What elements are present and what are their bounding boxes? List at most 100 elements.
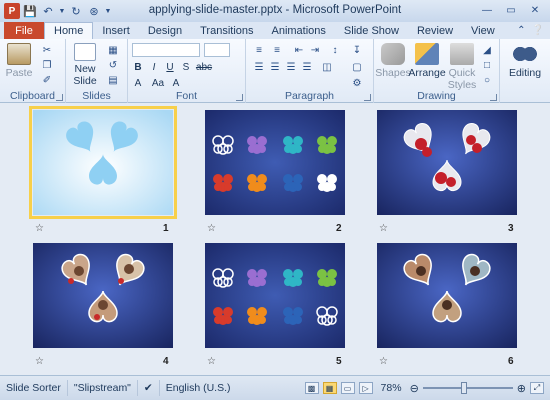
spell-check-icon[interactable]: ✔ [138,380,160,396]
slide-number-2: 2 [336,223,342,234]
clipboard-dialog-launcher-icon[interactable] [56,94,63,101]
shape-fill-icon[interactable]: ◢ [480,44,494,56]
cut-icon[interactable]: ✂ [40,44,54,56]
drawing-dialog-launcher-icon[interactable] [490,94,497,101]
shape-outline-icon[interactable]: □ [480,59,494,71]
dropdown-icon[interactable]: ▼ [58,3,66,19]
shapes-button[interactable]: Shapes [375,43,411,79]
slides-group-label: Slides [82,90,111,102]
font-dialog-launcher-icon[interactable] [236,94,243,101]
slide-number-3: 3 [508,223,514,234]
close-icon[interactable]: ✕ [524,3,546,18]
binoculars-icon [513,43,537,65]
align-text-icon[interactable]: ▢ [350,61,364,73]
shadow-button[interactable]: S [180,61,192,73]
align-left-icon[interactable]: ☰ [252,61,266,73]
transition-star-icon[interactable]: ☆ [379,356,388,367]
numbering-icon[interactable]: ≡ [270,44,284,56]
paste-button[interactable]: Paste [6,43,32,79]
zoom-in-icon[interactable]: ⊕ [517,382,526,395]
transition-star-icon[interactable]: ☆ [207,223,216,234]
transition-star-icon[interactable]: ☆ [207,356,216,367]
slide-thumbnail-4[interactable] [33,243,173,348]
tab-review[interactable]: Review [408,22,462,39]
copy-icon[interactable]: ❐ [40,59,54,71]
help-icon[interactable]: ❔ [532,25,544,36]
slide-thumbnail-6[interactable] [377,243,517,348]
transition-star-icon[interactable]: ☆ [35,223,44,234]
slide-number-5: 5 [336,356,342,367]
paragraph-dialog-launcher-icon[interactable] [364,94,371,101]
bullets-icon[interactable]: ≡ [252,44,266,56]
new-slide-button[interactable]: New Slide [70,43,100,87]
slide-thumbnail-2[interactable] [205,110,345,215]
ribbon-tabs: File Home Insert Design Transitions Anim… [0,22,550,39]
quick-styles-button[interactable]: Quick Styles [448,43,476,91]
tab-transitions[interactable]: Transitions [191,22,262,39]
justify-icon[interactable]: ☰ [300,61,314,73]
text-shadow-button[interactable]: A [170,77,182,89]
slide-sorter-pane[interactable]: ☆ 1 ☆ 2 ☆ 3 ☆ 4 ☆ 5 ☆ 6 [0,103,550,375]
save-icon[interactable]: 💾 [22,3,38,19]
ribbon: Paste ✂ ❐ ✐ Clipboard New Slide ▦ ↺ ▤ Sl… [0,39,550,103]
slide-number-1: 1 [163,223,169,234]
customize-icon[interactable]: ▼ [104,3,112,19]
italic-button[interactable]: I [148,61,160,73]
font-color-button[interactable]: A [132,77,144,89]
zoom-level[interactable]: 78% [381,382,402,394]
zoom-out-icon[interactable]: ⊖ [410,382,419,395]
fit-to-window-icon[interactable]: ⤢ [530,382,544,394]
slide-sorter-view-button[interactable]: ▦ [322,382,337,394]
tab-view[interactable]: View [462,22,504,39]
font-family-combo[interactable] [132,43,200,57]
slide-thumbnail-1[interactable] [29,106,177,219]
smartart-icon[interactable]: ⚙ [350,77,364,89]
editing-button[interactable]: Editing [504,43,546,79]
arrange-button[interactable]: Arrange [408,43,446,79]
increase-indent-icon[interactable]: ⇥ [308,44,322,56]
slide-3-image [377,110,517,215]
text-direction-icon[interactable]: ↧ [350,44,364,56]
slide-show-view-button[interactable]: ▷ [358,382,373,394]
shape-effects-icon[interactable]: ○ [480,74,494,86]
undo-icon[interactable]: ↶ [40,3,56,19]
tab-insert[interactable]: Insert [93,22,139,39]
normal-view-button[interactable]: ▩ [304,382,319,394]
reading-view-button[interactable]: ▭ [340,382,355,394]
redo-icon[interactable]: ↻ [68,3,84,19]
zoom-slider-thumb[interactable] [460,382,467,394]
slide-thumbnail-5[interactable] [205,243,345,348]
underline-button[interactable]: U [164,61,176,73]
slide-2-image [205,110,345,215]
columns-icon[interactable]: ◫ [320,61,334,73]
layout-icon[interactable]: ▦ [106,44,120,56]
align-center-icon[interactable]: ☰ [268,61,282,73]
slide-thumbnail-3[interactable] [377,110,517,215]
strikethrough-button[interactable]: abc [196,61,212,73]
font-size-combo[interactable] [204,43,230,57]
status-bar: Slide Sorter "Slipstream" ✔ English (U.S… [0,375,550,400]
align-right-icon[interactable]: ☰ [284,61,298,73]
transition-star-icon[interactable]: ☆ [379,223,388,234]
tab-home[interactable]: Home [44,22,94,39]
minimize-icon[interactable]: — [476,3,498,18]
tab-file[interactable]: File [4,22,44,39]
powerpoint-app-icon[interactable]: P [4,3,20,19]
zoom-slider[interactable] [422,382,513,394]
format-painter-icon[interactable]: ⊛ [86,3,102,19]
reset-icon[interactable]: ↺ [106,59,120,71]
section-icon[interactable]: ▤ [106,74,120,86]
bold-button[interactable]: B [132,61,144,73]
arrange-icon [415,43,439,65]
change-case-button[interactable]: Aa [150,77,166,89]
tab-animations[interactable]: Animations [263,22,335,39]
tab-design[interactable]: Design [139,22,191,39]
status-language[interactable]: English (U.S.) [160,380,237,396]
maximize-icon[interactable]: ▭ [500,3,522,18]
collapse-ribbon-icon[interactable]: ⌃ [517,25,525,36]
transition-star-icon[interactable]: ☆ [35,356,44,367]
tab-slide-show[interactable]: Slide Show [335,22,408,39]
format-painter-brush-icon[interactable]: ✐ [40,74,54,86]
line-spacing-icon[interactable]: ↕ [328,44,342,56]
decrease-indent-icon[interactable]: ⇤ [292,44,306,56]
